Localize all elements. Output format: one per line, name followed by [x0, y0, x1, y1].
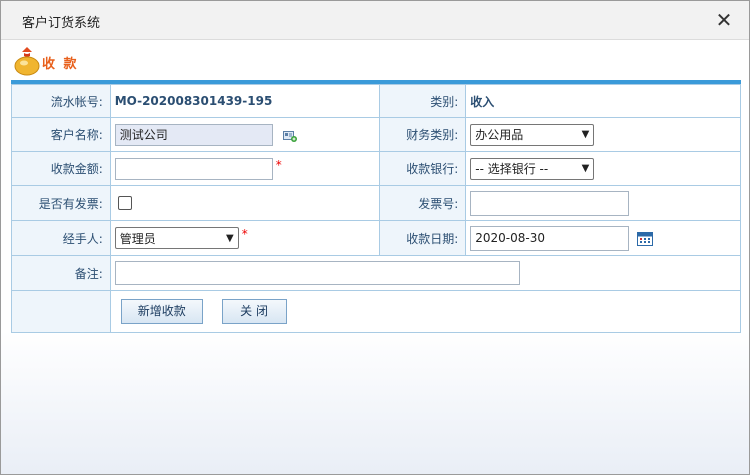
finance-type-select[interactable]: 办公用品 ▼ — [470, 123, 595, 146]
note-label: 备注: — [11, 255, 111, 291]
bank-label: 收款银行: — [379, 151, 467, 186]
handler-select[interactable]: 管理员 ▼ — [114, 227, 239, 249]
serial-value: MO-202008301439-195 — [114, 94, 273, 108]
category-label: 类别: — [379, 84, 467, 118]
page-header: 收 款 — [1, 40, 749, 80]
money-bag-icon — [14, 47, 40, 76]
close-button[interactable]: 关 闭 — [221, 299, 287, 324]
invoice-checkbox[interactable] — [117, 196, 132, 211]
finance-type-label: 财务类别: — [379, 117, 467, 152]
payment-date-field[interactable] — [470, 225, 630, 251]
button-row-spacer — [11, 290, 111, 333]
date-label: 收款日期: — [379, 220, 467, 256]
payment-form: 流水帐号: MO-202008301439-195 类别: 收入 客户名称: 财… — [11, 84, 742, 333]
amount-field[interactable] — [114, 157, 273, 180]
chevron-down-icon: ▼ — [581, 129, 590, 140]
invoice-no-label: 发票号: — [379, 185, 467, 221]
invoice-label: 是否有发票: — [11, 185, 111, 221]
handler-value: 管理员 — [119, 231, 156, 246]
dialog-window: 客户订货系统 ✕ 收 款 流水帐号: MO-202008301439-195 类… — [0, 0, 750, 475]
serial-label: 流水帐号: — [11, 84, 111, 118]
handler-label: 经手人: — [11, 220, 111, 256]
add-payment-button[interactable]: 新增收款 — [120, 299, 203, 324]
calendar-icon[interactable] — [637, 231, 654, 246]
chevron-down-icon: ▼ — [226, 232, 234, 244]
required-mark: * — [275, 157, 282, 172]
finance-type-value: 办公用品 — [475, 128, 524, 142]
customer-name-field[interactable] — [114, 123, 273, 146]
chevron-down-icon: ▼ — [581, 163, 590, 174]
page-title: 收 款 — [42, 57, 79, 72]
bank-value: -- 选择银行 -- — [475, 162, 549, 176]
title-bar: 客户订货系统 ✕ — [1, 1, 749, 40]
card-picker-icon[interactable] — [282, 130, 297, 142]
bank-select[interactable]: -- 选择银行 -- ▼ — [470, 157, 595, 180]
close-icon[interactable]: ✕ — [713, 9, 735, 31]
amount-label: 收款金额: — [11, 151, 111, 186]
window-title: 客户订货系统 — [22, 16, 101, 31]
invoice-number-field[interactable] — [470, 190, 630, 216]
customer-label: 客户名称: — [11, 117, 111, 152]
required-mark: * — [241, 227, 248, 241]
category-value: 收入 — [470, 94, 495, 109]
note-field[interactable] — [114, 261, 520, 285]
